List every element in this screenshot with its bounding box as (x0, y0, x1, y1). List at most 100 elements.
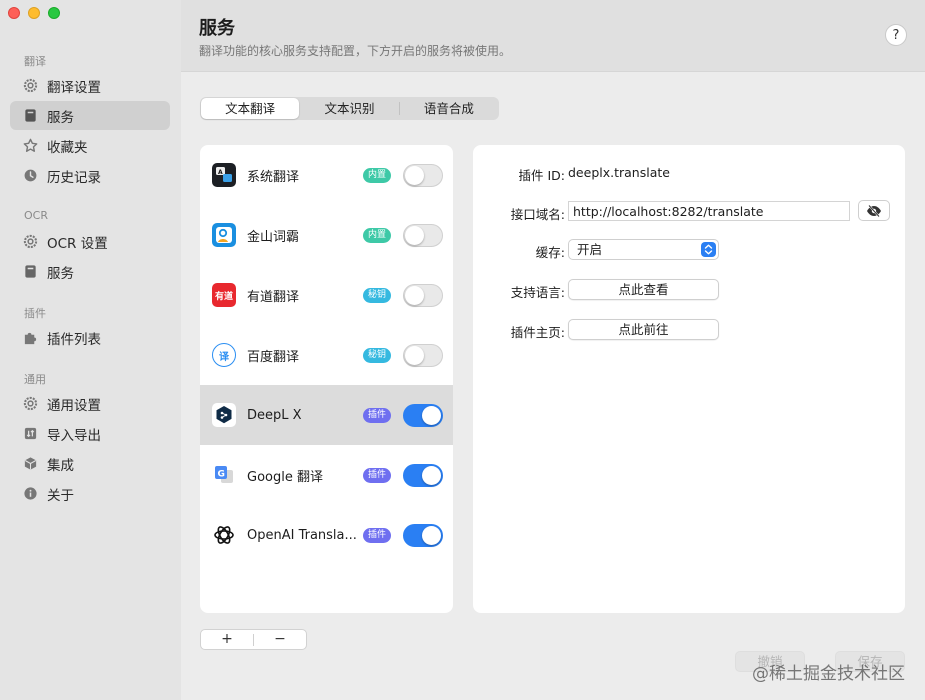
service-name: OpenAI Transla... (247, 527, 357, 543)
service-row-system-translate[interactable]: A 系统翻译 内置 (200, 145, 453, 205)
service-toggle[interactable] (403, 343, 443, 367)
service-row-kingsoft[interactable]: 金山词霸 内置 (200, 205, 453, 265)
service-badge-plugin: 插件 (363, 467, 392, 483)
sidebar-item-label: 插件列表 (47, 331, 101, 348)
cache-label: 缓存: (535, 245, 565, 260)
gear-icon (23, 78, 38, 93)
preferences-window: 翻译 翻译设置 服务 收藏夹 历史记录 OCR OCR 设置 服务 插件 插件列… (0, 0, 925, 700)
info-icon (23, 486, 38, 501)
cube-icon (23, 456, 38, 471)
google-translate-logo-icon: G (212, 463, 236, 487)
service-badge-key: 秘钥 (363, 347, 392, 363)
toggle-knob (405, 345, 424, 365)
help-button[interactable]: ? (885, 24, 907, 46)
sidebar-item-label: 翻译设置 (47, 79, 101, 96)
service-name: 系统翻译 (247, 169, 300, 185)
close-window-button[interactable] (8, 7, 20, 19)
service-badge-builtin: 内置 (363, 227, 392, 243)
service-name: 有道翻译 (247, 289, 300, 305)
service-row-google[interactable]: G Google 翻译 插件 (200, 445, 453, 505)
toggle-visibility-button[interactable] (858, 200, 890, 221)
sidebar-item-ocr-services[interactable]: 服务 (10, 257, 170, 286)
toggle-knob (422, 405, 441, 425)
service-row-deeplx[interactable]: DeepL X 插件 (200, 385, 453, 445)
add-remove-control: + − (200, 629, 307, 650)
sidebar-item-label: 历史记录 (47, 169, 101, 186)
minimize-window-button[interactable] (28, 7, 40, 19)
sidebar-item-label: 关于 (47, 487, 74, 504)
service-toggle[interactable] (403, 403, 443, 427)
sidebar-item-favorites[interactable]: 收藏夹 (10, 131, 170, 160)
sidebar-item-history[interactable]: 历史记录 (10, 161, 170, 190)
sidebar-item-services[interactable]: 服务 (10, 101, 170, 130)
deepl-logo-icon (212, 403, 236, 427)
sidebar-item-integrations[interactable]: 集成 (10, 449, 170, 478)
system-translate-logo-icon: A (212, 163, 236, 187)
watermark: @稀土掘金技术社区 (752, 664, 905, 684)
bookmark-icon (23, 108, 38, 123)
service-badge-key: 秘钥 (363, 287, 392, 303)
sidebar-item-general-settings[interactable]: 通用设置 (10, 389, 170, 418)
service-name: 百度翻译 (247, 349, 300, 365)
maximize-window-button[interactable] (48, 7, 60, 19)
gear-icon (23, 234, 38, 249)
sidebar-item-label: 导入导出 (47, 427, 101, 444)
service-toggle[interactable] (403, 463, 443, 487)
service-toggle[interactable] (403, 523, 443, 547)
service-row-baidu[interactable]: 译 百度翻译 秘钥 (200, 325, 453, 385)
sidebar-item-label: 服务 (47, 265, 74, 282)
service-badge-plugin: 插件 (363, 407, 392, 423)
toggle-knob (422, 525, 441, 545)
sidebar-item-import-export[interactable]: 导入导出 (10, 419, 170, 448)
tab-text-recognition[interactable]: 文本识别 (300, 98, 398, 119)
sidebar-item-translate-settings[interactable]: 翻译设置 (10, 71, 170, 100)
sidebar-item-label: 集成 (47, 457, 74, 474)
service-type-tabs: 文本翻译 文本识别 语音合成 (200, 97, 499, 120)
puzzle-icon (23, 330, 38, 345)
domain-input[interactable] (568, 201, 850, 221)
sidebar-item-label: 服务 (47, 109, 74, 126)
service-toggle[interactable] (403, 223, 443, 247)
clock-icon (23, 168, 38, 183)
remove-service-button[interactable]: − (254, 630, 306, 649)
sidebar-item-plugin-list[interactable]: 插件列表 (10, 323, 170, 352)
bookmark-icon (23, 264, 38, 279)
service-name: 金山词霸 (247, 229, 300, 245)
eye-slash-icon (867, 204, 881, 217)
service-toggle[interactable] (403, 283, 443, 307)
service-row-openai[interactable]: OpenAI Transla... 插件 (200, 505, 453, 565)
baidu-logo-icon: 译 (212, 343, 236, 367)
service-badge-plugin: 插件 (363, 527, 392, 543)
sidebar-section-plugins: 插件 (24, 307, 46, 320)
page-subtitle: 翻译功能的核心服务支持配置，下方开启的服务将被使用。 (199, 44, 512, 58)
cache-select-value: 开启 (577, 242, 603, 257)
service-name: Google 翻译 (247, 469, 323, 485)
tab-text-translate[interactable]: 文本翻译 (201, 98, 300, 119)
sidebar: 翻译 翻译设置 服务 收藏夹 历史记录 OCR OCR 设置 服务 插件 插件列… (0, 0, 181, 700)
add-service-button[interactable]: + (201, 630, 253, 649)
svg-text:G: G (218, 470, 225, 480)
cache-select[interactable]: 开启 (568, 239, 719, 260)
toggle-knob (405, 285, 424, 305)
domain-label: 接口域名: (510, 207, 565, 222)
sidebar-section-translate: 翻译 (24, 55, 46, 68)
view-languages-button[interactable]: 点此查看 (568, 279, 719, 300)
sidebar-item-label: OCR 设置 (47, 235, 108, 252)
tab-speech-synthesis[interactable]: 语音合成 (400, 98, 498, 119)
sidebar-section-general: 通用 (24, 373, 46, 386)
sidebar-section-ocr: OCR (24, 209, 48, 222)
service-row-youdao[interactable]: 有道 有道翻译 秘钥 (200, 265, 453, 325)
sidebar-item-about[interactable]: 关于 (10, 479, 170, 508)
plugin-id-label: 插件 ID: (518, 168, 566, 183)
open-homepage-button[interactable]: 点此前往 (568, 319, 719, 340)
youdao-logo-icon: 有道 (212, 283, 236, 307)
sidebar-item-ocr-settings[interactable]: OCR 设置 (10, 227, 170, 256)
sidebar-item-label: 通用设置 (47, 397, 101, 414)
service-toggle[interactable] (403, 163, 443, 187)
kingsoft-logo-icon (212, 223, 236, 247)
toggle-knob (405, 165, 424, 185)
service-list: A 系统翻译 内置 金山词霸 内置 有道 有道翻译 秘钥 译 百度翻译 秘钥 D… (200, 145, 453, 613)
service-detail-panel: 插件 ID: deeplx.translate 接口域名: 缓存: 开启 支持语… (473, 145, 905, 613)
svg-text:A: A (218, 169, 223, 176)
toggle-knob (422, 465, 441, 485)
